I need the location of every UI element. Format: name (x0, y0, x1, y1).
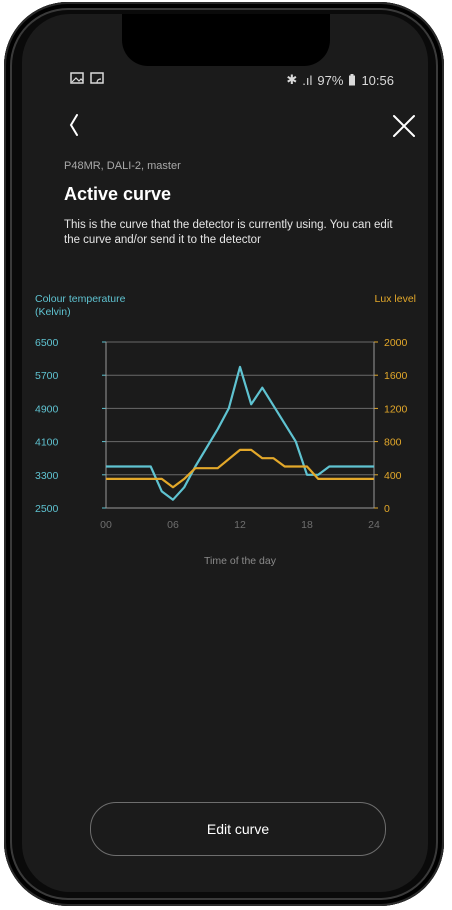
left-axis-label-line2: (Kelvin) (35, 306, 71, 318)
page-title: Active curve (64, 184, 172, 204)
battery-percent: 97% (317, 72, 344, 88)
cast-icon (90, 72, 104, 84)
left-axis-label-line1: Colour temperature (35, 293, 126, 305)
edit-curve-label: Edit curve (206, 821, 270, 837)
close-icon (393, 115, 415, 137)
nav-bar (22, 104, 428, 148)
left-tick-label: 3300 (35, 470, 59, 482)
bluetooth-icon: ✱ (286, 72, 298, 87)
x-axis-label: Time of the day (204, 555, 277, 567)
left-tick-label: 6500 (35, 337, 59, 349)
x-tick-label: 24 (368, 519, 380, 531)
right-tick-label: 1200 (384, 403, 408, 415)
edit-curve-button[interactable]: Edit curve (90, 802, 386, 856)
right-tick-label: 400 (384, 470, 402, 482)
x-tick-label: 18 (301, 519, 313, 531)
status-bar: ✱ .ıl 97% 10:56 (22, 70, 428, 92)
left-tick-label: 4100 (35, 437, 59, 449)
left-tick-label: 5700 (35, 370, 59, 382)
back-button[interactable] (62, 108, 96, 142)
lux-level-line (106, 448, 374, 489)
clock: 10:56 (361, 72, 394, 88)
right-axis-label: Lux level (375, 293, 416, 305)
right-tick-label: 800 (384, 437, 402, 449)
chart-svg: Colour temperature (Kelvin) Lux level Ti… (35, 293, 416, 567)
signal-icon: .ıl (302, 72, 313, 88)
right-tick-label: 1600 (384, 370, 408, 382)
description: This is the curve that the detector is c… (64, 219, 393, 246)
close-button[interactable] (388, 110, 422, 144)
image-icon (70, 72, 84, 84)
left-tick-label: 4900 (35, 403, 59, 415)
status-right: ✱ .ıl 97% 10:56 (286, 72, 394, 88)
x-tick-label: 06 (167, 519, 179, 531)
right-tick-label: 0 (384, 503, 390, 515)
battery-icon (349, 74, 356, 86)
x-tick-label: 12 (234, 519, 246, 531)
left-tick-label: 2500 (35, 503, 59, 515)
camera-notch (122, 14, 330, 66)
chevron-left-icon (69, 114, 78, 136)
chart: Colour temperature (Kelvin) Lux level Ti… (22, 284, 428, 604)
status-left-icons (70, 72, 104, 84)
x-tick-label: 00 (100, 519, 112, 531)
screen: ✱ .ıl 97% 10:56 P48MR, DALI-2, master Ac… (22, 14, 428, 892)
right-tick-label: 2000 (384, 337, 408, 349)
device-info: P48MR, DALI-2, master (64, 160, 181, 172)
